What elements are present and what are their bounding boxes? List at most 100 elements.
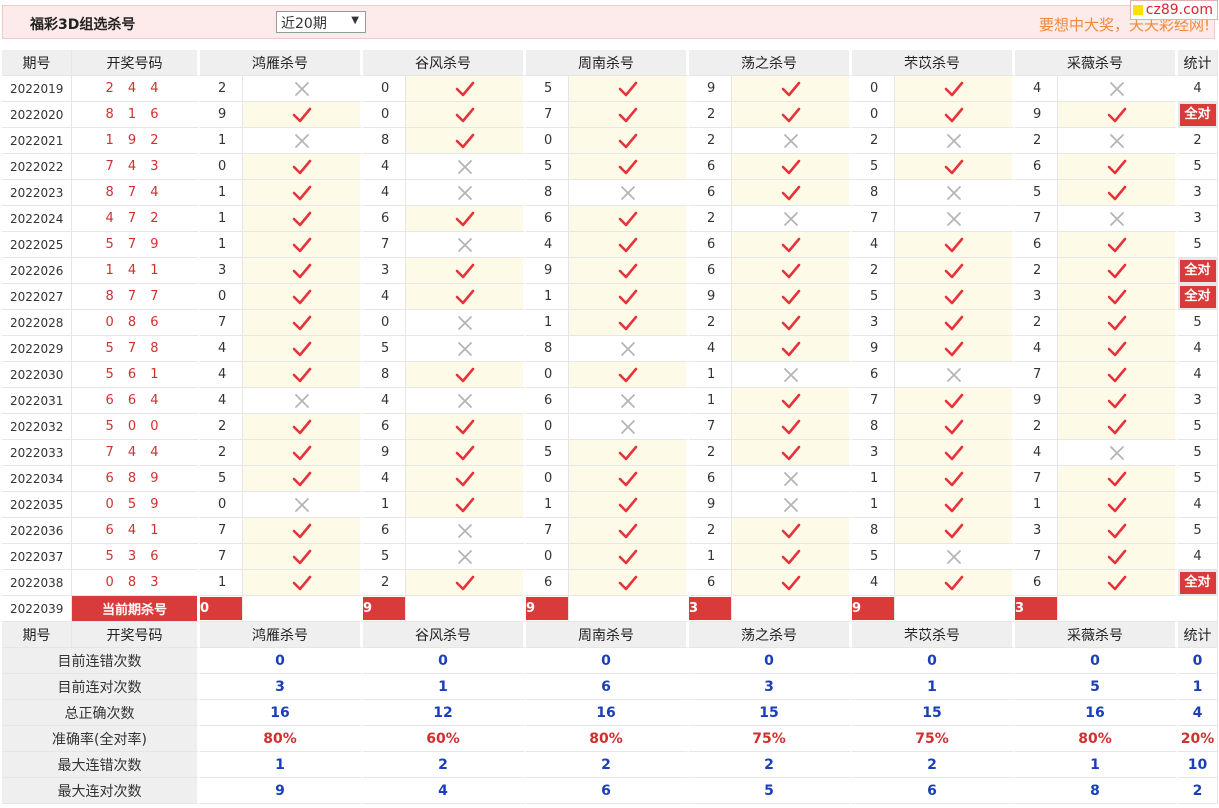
result-cell [895, 362, 1015, 388]
col-header-expert: 周南杀号 [526, 622, 689, 648]
col-header-stat: 统计 [1178, 622, 1218, 648]
cross-icon [946, 185, 962, 200]
empty-cell [243, 596, 363, 622]
table-row: 2022029 5 7 84584944 [2, 336, 1218, 362]
kill-number: 6 [526, 206, 569, 232]
summary-row: 准确率(全对率) 80% 60% 80% 75% 75% 80% 20% [2, 726, 1218, 752]
result-cell [1058, 310, 1178, 336]
result-cell [406, 232, 526, 258]
summary-value: 8 [1015, 778, 1178, 804]
issue-number: 2022025 [2, 232, 72, 258]
kill-number: 9 [689, 284, 732, 310]
table-row: 2022028 0 8 67 0 1 2 3 2 5 [2, 310, 1218, 336]
issue-number: 2022021 [2, 128, 72, 154]
result-cell [732, 284, 852, 310]
kill-number: 9 [363, 440, 406, 466]
stat-cell: 全对 [1178, 284, 1218, 310]
stat-cell: 全对 [1178, 570, 1218, 596]
check-icon [292, 159, 312, 174]
summary-value: 3 [200, 674, 363, 700]
check-icon [1107, 523, 1127, 538]
kill-number: 1 [852, 492, 895, 518]
issue-number: 2022033 [2, 440, 72, 466]
summary-value: 2 [852, 752, 1015, 778]
current-kill-number: 3 [1015, 597, 1057, 620]
result-cell [895, 518, 1015, 544]
result-cell [895, 492, 1015, 518]
empty-cell [732, 596, 852, 622]
table-row: 2022024 4 7 21 6 6 2 7 7 3 [2, 206, 1218, 232]
kill-number: 9 [689, 76, 732, 102]
stat-cell: 5 [1178, 466, 1218, 492]
issue-number: 2022031 [2, 388, 72, 414]
col-header-expert: 芣苡杀号 [852, 50, 1015, 76]
cross-icon [783, 471, 799, 486]
summary-row: 目前连对次数 3 1 6 3 1 5 1 [2, 674, 1218, 700]
kill-number: 5 [363, 336, 406, 362]
cross-icon [783, 367, 799, 382]
empty-cell [1178, 596, 1218, 622]
kill-number: 6 [526, 570, 569, 596]
stat-cell: 4 [1178, 362, 1218, 388]
check-icon [781, 445, 801, 460]
kill-number: 3 [363, 258, 406, 284]
result-cell [569, 310, 689, 336]
cross-icon [294, 497, 310, 512]
stat-cell: 5 [1178, 310, 1218, 336]
check-icon [781, 263, 801, 278]
kill-number: 6 [363, 518, 406, 544]
period-select-value: 近20期 [281, 16, 327, 32]
result-cell [895, 310, 1015, 336]
current-period-row: 2022039 当前期杀号 0 9 9 3 9 3 [2, 596, 1218, 622]
kill-number: 3 [1015, 284, 1058, 310]
kill-number: 2 [689, 518, 732, 544]
check-icon [1107, 419, 1127, 434]
result-cell [1058, 362, 1178, 388]
check-icon [1107, 237, 1127, 252]
kill-number: 4 [1015, 76, 1058, 102]
check-icon [292, 107, 312, 122]
check-icon [455, 445, 475, 460]
check-icon [292, 419, 312, 434]
check-icon [781, 237, 801, 252]
result-cell [243, 570, 363, 596]
kill-number: 0 [363, 76, 406, 102]
table-row: 2022037 5 3 67501574 [2, 544, 1218, 570]
summary-value: 10 [1178, 752, 1218, 778]
check-icon [944, 575, 964, 590]
kill-number: 2 [689, 102, 732, 128]
table-row: 2022030 5 6 14801674 [2, 362, 1218, 388]
kill-number: 7 [852, 206, 895, 232]
cross-icon [457, 523, 473, 538]
period-select[interactable]: 近20期 ▼ [276, 11, 366, 33]
result-cell [406, 466, 526, 492]
issue-number: 2022028 [2, 310, 72, 336]
summary-value: 1 [363, 674, 526, 700]
check-icon [944, 81, 964, 96]
kill-number: 2 [1015, 128, 1058, 154]
result-cell [406, 544, 526, 570]
kill-number: 0 [852, 102, 895, 128]
stat-cell: 4 [1178, 492, 1218, 518]
issue-number: 2022035 [2, 492, 72, 518]
kill-number: 0 [526, 466, 569, 492]
summary-value: 16 [1015, 700, 1178, 726]
cross-icon [620, 419, 636, 434]
issue-number: 2022023 [2, 180, 72, 206]
logo-square-icon [1132, 5, 1143, 15]
kill-number: 8 [852, 180, 895, 206]
check-icon [618, 263, 638, 278]
site-logo[interactable]: cz89.com [1129, 0, 1218, 20]
kill-number: 5 [852, 284, 895, 310]
table-row: 2022036 6 4 17672835 [2, 518, 1218, 544]
kill-number: 1 [852, 466, 895, 492]
result-cell [732, 518, 852, 544]
result-cell [243, 232, 363, 258]
kill-number: 1 [689, 388, 732, 414]
cross-icon [620, 185, 636, 200]
result-cell [569, 518, 689, 544]
kill-number: 4 [689, 336, 732, 362]
check-icon [455, 211, 475, 226]
kill-number: 0 [363, 102, 406, 128]
summary-label: 最大连错次数 [2, 752, 200, 778]
